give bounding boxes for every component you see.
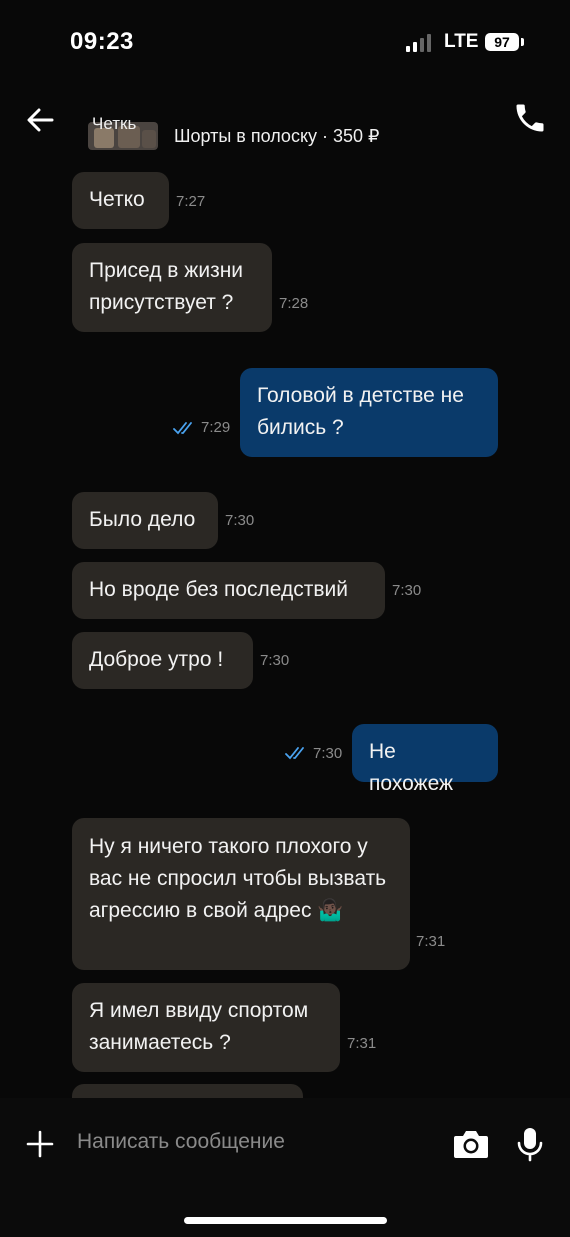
message-bubble[interactable]: Доброе утро !: [72, 632, 253, 689]
network-type: LTE: [444, 31, 479, 52]
home-indicator[interactable]: [184, 1217, 387, 1224]
message-bubble[interactable]: Но вроде без последствий: [72, 562, 385, 619]
camera-icon[interactable]: [452, 1128, 490, 1160]
message-time: 7:29: [201, 419, 231, 436]
message-bubble[interactable]: Ну я ничего такого плохого у вас не спро…: [72, 818, 410, 970]
message-bubble[interactable]: Я имел ввиду спортом занимаетесь ?: [72, 983, 340, 1072]
status-time: 09:23: [70, 28, 134, 55]
message-time: 7:28: [279, 295, 309, 312]
message-bubble[interactable]: Присед в жизни присутствует ?: [72, 243, 272, 332]
message-text: Ну я ничего такого плохого у вас не спро…: [89, 835, 387, 922]
product-title[interactable]: Шорты в полоску · 350 ₽: [174, 126, 380, 147]
message-text: Но вроде без последствий: [89, 578, 348, 601]
message-bubble[interactable]: Головой в детстве не бились ?: [240, 368, 498, 457]
arrow-left-icon[interactable]: [24, 104, 56, 136]
battery-icon: [521, 38, 524, 46]
read-ticks-icon: [285, 747, 304, 760]
message-time: 7:27: [176, 193, 206, 210]
message-text: Четко: [89, 188, 145, 211]
message-text: Я имел ввиду спортом занимаетесь ?: [89, 999, 309, 1054]
message-text: Было дело: [89, 508, 196, 531]
message-bubble[interactable]: Не похожеж: [352, 724, 498, 795]
message-time: 7:30: [225, 512, 255, 529]
message-input[interactable]: Написать сообщение: [77, 1130, 285, 1154]
message-time: 7:30: [313, 745, 343, 762]
message-bubble[interactable]: Было дело: [72, 492, 218, 549]
cell-signal-icon: [406, 34, 436, 52]
message-bubble[interactable]: Четко: [72, 172, 169, 229]
message-time: 7:31: [416, 933, 446, 950]
message-time: 7:30: [392, 582, 422, 599]
message-text: Не похожеж: [369, 740, 454, 795]
message-text: Доброе утро !: [89, 648, 224, 671]
contact-name[interactable]: Четкь: [92, 114, 136, 134]
plus-icon[interactable]: [26, 1130, 54, 1158]
microphone-icon[interactable]: [516, 1126, 544, 1162]
read-ticks-icon: [173, 422, 192, 435]
message-time: 7:31: [347, 1035, 377, 1052]
message-time: 7:30: [260, 652, 290, 669]
message-text: Присед в жизни присутствует ?: [89, 259, 244, 314]
phone-icon[interactable]: [512, 100, 548, 136]
message-text: Головой в детстве не бились ?: [257, 384, 464, 439]
battery-level: 97: [485, 33, 519, 51]
